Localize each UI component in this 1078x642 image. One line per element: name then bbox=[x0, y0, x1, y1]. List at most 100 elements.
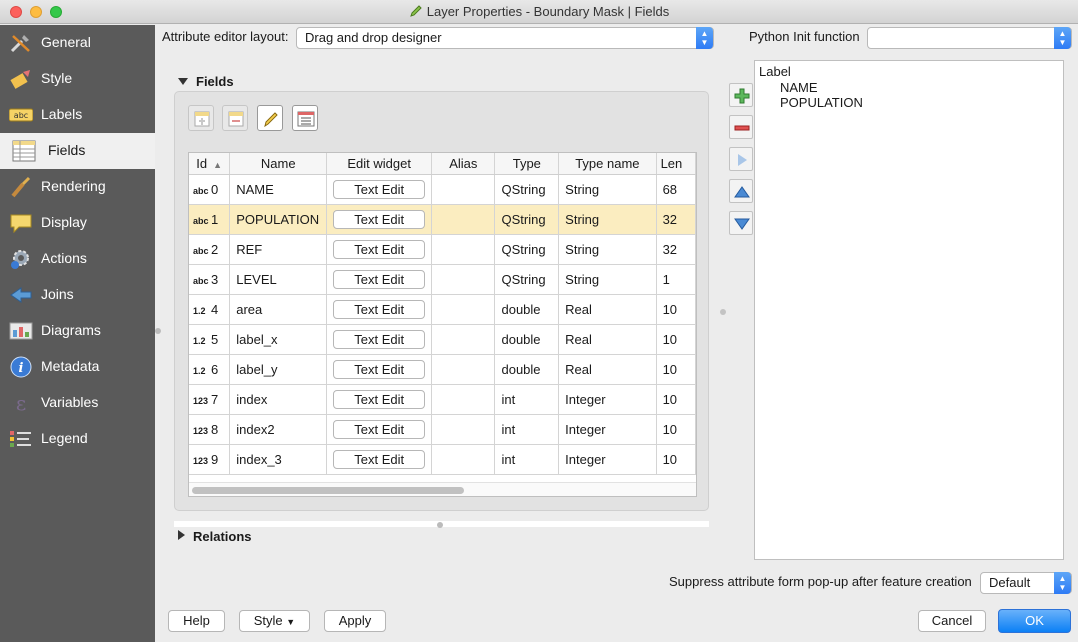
apply-button[interactable]: Apply bbox=[324, 610, 386, 632]
id-cell[interactable]: abc 2 bbox=[189, 234, 231, 265]
length-cell[interactable]: 32 bbox=[656, 234, 696, 265]
edit-widget-button[interactable]: Text Edit bbox=[333, 419, 426, 439]
python-init-select[interactable]: ▲ ▼ bbox=[867, 27, 1072, 49]
type-name-cell[interactable]: Real bbox=[558, 324, 657, 355]
sidebar-item-labels[interactable]: abc Labels bbox=[0, 97, 155, 133]
table-row[interactable]: abc 0 NAME Text Edit QString String 68 bbox=[189, 174, 696, 205]
type-cell[interactable]: int bbox=[494, 384, 560, 415]
relations-section-toggle[interactable]: Relations bbox=[178, 529, 252, 544]
id-cell[interactable]: abc 1 bbox=[189, 204, 231, 235]
cancel-button[interactable]: Cancel bbox=[918, 610, 986, 632]
name-cell[interactable]: index_3 bbox=[229, 444, 328, 475]
column-header-name[interactable]: Name bbox=[229, 153, 328, 175]
type-name-cell[interactable]: String bbox=[558, 234, 657, 265]
id-cell[interactable]: 1.2 5 bbox=[189, 324, 231, 355]
field-calculator-button[interactable] bbox=[292, 105, 318, 131]
edit-widget-button[interactable]: Text Edit bbox=[333, 449, 426, 469]
table-row[interactable]: 1.2 4 area Text Edit double Real 10 bbox=[189, 294, 696, 325]
alias-cell[interactable] bbox=[431, 384, 496, 415]
column-header-id[interactable]: Id ▲ bbox=[189, 153, 231, 175]
toggle-editing-button[interactable] bbox=[257, 105, 283, 131]
column-header-length[interactable]: Len bbox=[656, 153, 696, 175]
edit-widget-button[interactable]: Text Edit bbox=[333, 359, 426, 379]
length-cell[interactable]: 10 bbox=[656, 444, 696, 475]
column-header-edit-widget[interactable]: Edit widget bbox=[326, 153, 433, 175]
sidebar-item-metadata[interactable]: i Metadata bbox=[0, 349, 155, 385]
length-cell[interactable]: 10 bbox=[656, 324, 696, 355]
edit-widget-cell[interactable]: Text Edit bbox=[326, 264, 433, 295]
sidebar-item-fields[interactable]: Fields bbox=[0, 133, 155, 169]
edit-widget-cell[interactable]: Text Edit bbox=[326, 294, 433, 325]
new-field-button[interactable] bbox=[188, 105, 214, 131]
edit-widget-button[interactable]: Text Edit bbox=[333, 179, 426, 199]
alias-cell[interactable] bbox=[431, 174, 496, 205]
sidebar-item-legend[interactable]: Legend bbox=[0, 421, 155, 457]
type-cell[interactable]: double bbox=[494, 294, 560, 325]
edit-widget-cell[interactable]: Text Edit bbox=[326, 414, 433, 445]
tree-item[interactable]: NAME bbox=[780, 80, 818, 95]
type-cell[interactable]: QString bbox=[494, 174, 560, 205]
move-right-button[interactable] bbox=[729, 147, 753, 171]
type-name-cell[interactable]: Integer bbox=[558, 414, 657, 445]
edit-widget-cell[interactable]: Text Edit bbox=[326, 234, 433, 265]
name-cell[interactable]: area bbox=[229, 294, 328, 325]
sidebar-item-variables[interactable]: ε Variables bbox=[0, 385, 155, 421]
type-cell[interactable]: QString bbox=[494, 204, 560, 235]
table-row[interactable]: 123 8 index2 Text Edit int Integer 10 bbox=[189, 414, 696, 445]
delete-field-button[interactable] bbox=[222, 105, 248, 131]
column-header-alias[interactable]: Alias bbox=[431, 153, 496, 175]
table-row[interactable]: 1.2 5 label_x Text Edit double Real 10 bbox=[189, 324, 696, 355]
length-cell[interactable]: 68 bbox=[656, 174, 696, 205]
type-name-cell[interactable]: String bbox=[558, 204, 657, 235]
type-name-cell[interactable]: String bbox=[558, 264, 657, 295]
edit-widget-button[interactable]: Text Edit bbox=[333, 239, 426, 259]
type-cell[interactable]: int bbox=[494, 444, 560, 475]
alias-cell[interactable] bbox=[431, 354, 496, 385]
table-row[interactable]: abc 1 POPULATION Text Edit QString String 32 bbox=[189, 204, 696, 235]
edit-widget-button[interactable]: Text Edit bbox=[333, 329, 426, 349]
sidebar-item-joins[interactable]: Joins bbox=[0, 277, 155, 313]
type-cell[interactable]: QString bbox=[494, 234, 560, 265]
sidebar-item-actions[interactable]: Actions bbox=[0, 241, 155, 277]
type-name-cell[interactable]: Integer bbox=[558, 444, 657, 475]
name-cell[interactable]: LEVEL bbox=[229, 264, 328, 295]
name-cell[interactable]: label_x bbox=[229, 324, 328, 355]
id-cell[interactable]: 1.2 4 bbox=[189, 294, 231, 325]
panel-splitter-handle[interactable] bbox=[720, 309, 726, 315]
type-cell[interactable]: double bbox=[494, 354, 560, 385]
id-cell[interactable]: abc 3 bbox=[189, 264, 231, 295]
tree-item[interactable]: POPULATION bbox=[780, 95, 863, 110]
type-name-cell[interactable]: Real bbox=[558, 294, 657, 325]
scrollbar-thumb[interactable] bbox=[192, 487, 464, 494]
name-cell[interactable]: index bbox=[229, 384, 328, 415]
edit-widget-cell[interactable]: Text Edit bbox=[326, 354, 433, 385]
alias-cell[interactable] bbox=[431, 414, 496, 445]
sidebar-splitter-handle[interactable] bbox=[155, 328, 161, 334]
alias-cell[interactable] bbox=[431, 234, 496, 265]
splitter-handle[interactable] bbox=[437, 522, 443, 528]
sidebar-item-general[interactable]: General bbox=[0, 25, 155, 61]
table-row[interactable]: 123 7 index Text Edit int Integer 10 bbox=[189, 384, 696, 415]
edit-widget-cell[interactable]: Text Edit bbox=[326, 174, 433, 205]
edit-widget-button[interactable]: Text Edit bbox=[333, 389, 426, 409]
id-cell[interactable]: 123 9 bbox=[189, 444, 231, 475]
horizontal-scrollbar[interactable] bbox=[189, 482, 696, 496]
name-cell[interactable]: POPULATION bbox=[229, 204, 328, 235]
alias-cell[interactable] bbox=[431, 324, 496, 355]
suppress-select[interactable]: Default ▲ ▼ bbox=[980, 572, 1072, 594]
name-cell[interactable]: index2 bbox=[229, 414, 328, 445]
add-container-button[interactable] bbox=[729, 83, 753, 107]
sidebar-item-diagrams[interactable]: Diagrams bbox=[0, 313, 155, 349]
edit-widget-cell[interactable]: Text Edit bbox=[326, 384, 433, 415]
style-menu-button[interactable]: Style ▼ bbox=[239, 610, 310, 632]
sidebar-item-rendering[interactable]: Rendering bbox=[0, 169, 155, 205]
length-cell[interactable]: 10 bbox=[656, 414, 696, 445]
id-cell[interactable]: 123 8 bbox=[189, 414, 231, 445]
form-layout-tree[interactable]: Label NAME POPULATION bbox=[754, 60, 1064, 560]
move-up-button[interactable] bbox=[729, 179, 753, 203]
length-cell[interactable]: 32 bbox=[656, 204, 696, 235]
name-cell[interactable]: REF bbox=[229, 234, 328, 265]
layout-select[interactable]: Drag and drop designer ▲ ▼ bbox=[296, 27, 714, 49]
edit-widget-cell[interactable]: Text Edit bbox=[326, 204, 433, 235]
type-name-cell[interactable]: String bbox=[558, 174, 657, 205]
